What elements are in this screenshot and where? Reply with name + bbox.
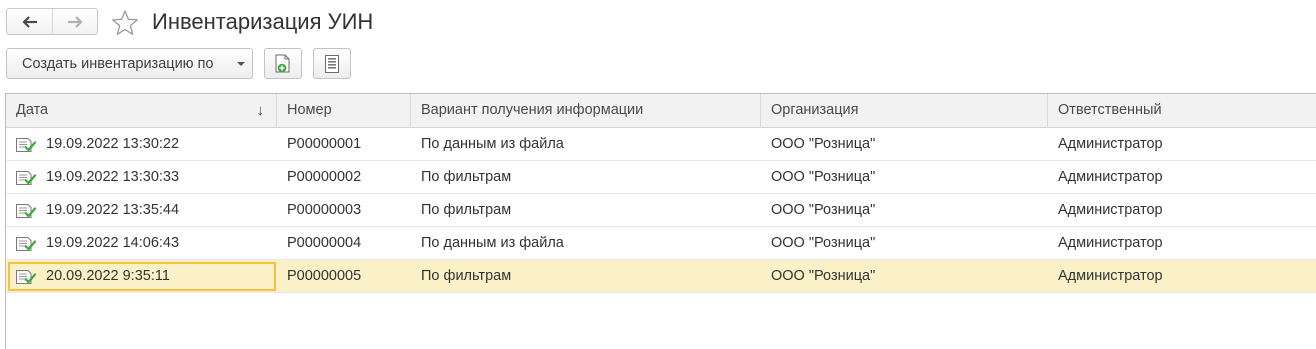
cell-number: Р00000001 <box>287 136 362 152</box>
table-row[interactable]: 19.09.2022 13:35:44 Р00000003 По фильтрам О… <box>6 194 1316 227</box>
cell-number: Р00000004 <box>287 235 362 251</box>
cell-date: 19.09.2022 14:06:43 <box>46 235 180 251</box>
title-bar: Инвентаризация УИН <box>0 0 1316 44</box>
back-button[interactable] <box>7 9 52 34</box>
cell-responsible: Администратор <box>1058 268 1163 284</box>
column-header-date-label: Дата <box>16 102 49 118</box>
cell-date: 20.09.2022 9:35:11 <box>46 268 170 284</box>
table-row[interactable]: 19.09.2022 13:30:33 Р00000002 По фильтрам О… <box>6 161 1316 194</box>
cell-responsible: Администратор <box>1058 136 1163 152</box>
create-inventory-label: Создать инвентаризацию по <box>22 55 214 72</box>
posted-document-icon <box>16 171 37 185</box>
cell-number: Р00000003 <box>287 202 362 218</box>
cell-variant: По данным из файла <box>421 235 564 251</box>
cell-variant: По данным из файла <box>421 136 564 152</box>
navigation-buttons <box>6 8 98 35</box>
cell-number: Р00000005 <box>287 268 362 284</box>
report-icon <box>325 54 339 73</box>
column-header-organization[interactable]: Организация <box>761 94 1048 128</box>
cell-variant: По фильтрам <box>421 268 512 284</box>
cell-variant: По фильтрам <box>421 202 512 218</box>
chevron-down-icon <box>237 62 245 66</box>
cell-number: Р00000002 <box>287 169 362 185</box>
cell-responsible: Администратор <box>1058 202 1163 218</box>
report-button[interactable] <box>313 48 351 79</box>
add-document-icon <box>275 54 290 72</box>
star-icon <box>112 10 138 35</box>
posted-document-icon <box>16 237 37 251</box>
forward-button[interactable] <box>52 9 97 34</box>
arrow-right-icon <box>68 15 83 28</box>
page-title: Инвентаризация УИН <box>152 9 374 34</box>
documents-table: Дата ↓ Номер Вариант получения информаци… <box>5 93 1316 349</box>
cell-date: 19.09.2022 13:35:44 <box>46 202 180 218</box>
cell-organization: ООО "Розница" <box>771 202 876 218</box>
arrow-left-icon <box>21 15 37 28</box>
posted-document-icon <box>16 270 37 284</box>
cell-date: 19.09.2022 13:30:22 <box>46 136 180 152</box>
cell-responsible: Администратор <box>1058 169 1163 185</box>
add-document-button[interactable] <box>264 48 302 79</box>
column-header-responsible[interactable]: Ответственный <box>1048 94 1316 128</box>
command-bar: Создать инвентаризацию по <box>0 47 1316 83</box>
sort-descending-icon: ↓ <box>256 102 265 119</box>
posted-document-icon <box>16 204 37 218</box>
column-header-number[interactable]: Номер <box>277 94 411 128</box>
favorite-button[interactable] <box>110 8 140 38</box>
table-header: Дата ↓ Номер Вариант получения информаци… <box>6 94 1316 128</box>
cell-organization: ООО "Розница" <box>771 268 876 284</box>
column-header-variant[interactable]: Вариант получения информации <box>411 94 761 128</box>
table-row[interactable]: 19.09.2022 14:06:43 Р00000004 По данным из… <box>6 227 1316 260</box>
create-inventory-button[interactable]: Создать инвентаризацию по <box>6 48 253 79</box>
cell-variant: По фильтрам <box>421 169 512 185</box>
table-row[interactable]: 19.09.2022 13:30:22 Р00000001 По данным из… <box>6 128 1316 161</box>
cell-organization: ООО "Розница" <box>771 169 876 185</box>
cell-date: 19.09.2022 13:30:33 <box>46 169 180 185</box>
cell-organization: ООО "Розница" <box>771 235 876 251</box>
cell-responsible: Администратор <box>1058 235 1163 251</box>
cell-organization: ООО "Розница" <box>771 136 876 152</box>
table-row[interactable]: 20.09.2022 9:35:11 Р00000005 По фильтрам ОО… <box>6 260 1316 293</box>
posted-document-icon <box>16 138 37 152</box>
column-header-date[interactable]: Дата ↓ <box>6 94 277 128</box>
